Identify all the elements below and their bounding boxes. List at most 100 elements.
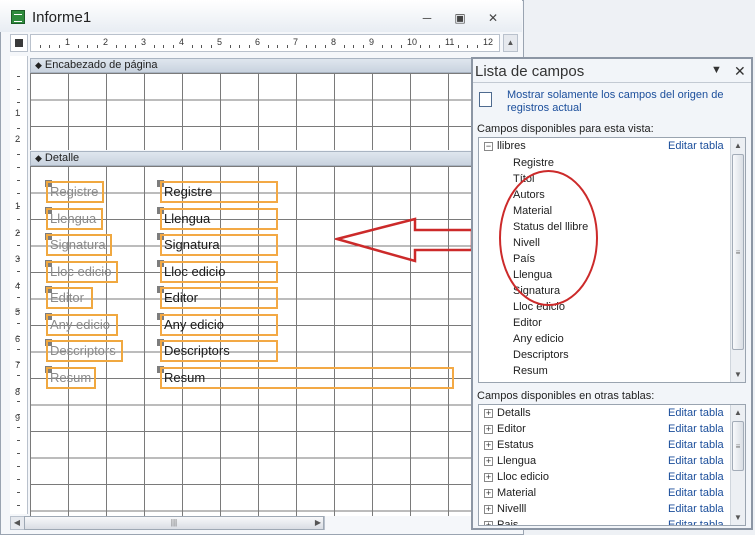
field-textbox[interactable]: Resum	[160, 366, 454, 389]
ruler-tick	[248, 45, 250, 48]
section-bar-page-header[interactable]: ◆ Encabezado de página	[30, 58, 520, 73]
ruler-tick	[87, 45, 88, 48]
ruler-tick	[96, 45, 98, 48]
scroll-right-arrow[interactable]: ▶	[312, 517, 324, 529]
edit-table-link[interactable]: Editar tabla	[668, 471, 724, 483]
report-icon	[11, 10, 25, 24]
window-title: Informe1	[32, 9, 92, 26]
edit-table-link[interactable]: Editar tabla	[668, 423, 724, 435]
field-label[interactable]: Registre	[46, 181, 104, 203]
field-textbox[interactable]: Any edicio	[160, 313, 278, 336]
field-textbox[interactable]: Llengua	[160, 207, 278, 230]
scroll-left-arrow[interactable]: ◀	[11, 517, 23, 529]
ruler-number: 12	[483, 37, 494, 47]
minimize-button[interactable]: ─	[414, 9, 440, 27]
close-button[interactable]: ✕	[480, 9, 506, 27]
fields-scrollbar[interactable]: ▲ ≡ ▼	[730, 138, 745, 382]
field-textbox[interactable]: Editor	[160, 287, 278, 309]
edit-table-link[interactable]: Editar tabla	[668, 407, 724, 419]
field-label[interactable]: Lloc edicio	[46, 260, 118, 283]
field-label[interactable]: Any edicio	[46, 313, 118, 336]
ruler-tick	[305, 45, 307, 48]
field-item[interactable]: Editor	[513, 315, 542, 331]
field-textbox[interactable]: Signatura	[160, 234, 278, 256]
tables-scrollbar[interactable]: ▲ ≡ ▼	[730, 405, 745, 525]
scroll-up-arrow[interactable]: ▲	[731, 138, 745, 153]
ruler-tick	[381, 45, 383, 48]
field-label[interactable]: Signatura	[46, 234, 112, 256]
edit-table-link[interactable]: Editar tabla	[668, 140, 724, 152]
document-list-icon	[479, 92, 492, 107]
select-report-box[interactable]	[10, 34, 28, 52]
ruler-tick	[17, 128, 20, 129]
expand-icon[interactable]: +	[484, 425, 493, 434]
expand-icon[interactable]: +	[484, 457, 493, 466]
show-only-current-link[interactable]: Mostrar solamente los campos del origen …	[507, 89, 737, 115]
table-node[interactable]: Lloc edicio	[497, 469, 549, 485]
field-item[interactable]: Any edicio	[513, 331, 564, 347]
edit-table-link[interactable]: Editar tabla	[668, 455, 724, 467]
field-label[interactable]: Descriptors	[46, 340, 123, 362]
scroll-up-arrow[interactable]: ▲	[731, 405, 745, 420]
ruler-tick	[17, 141, 20, 142]
scroll-down-arrow[interactable]: ▼	[731, 367, 745, 382]
field-label[interactable]: Llengua	[46, 207, 103, 230]
table-node[interactable]: Nivelll	[497, 501, 526, 517]
field-item[interactable]: Resum	[513, 363, 548, 379]
edit-table-link[interactable]: Editar tabla	[668, 503, 724, 515]
field-label[interactable]: Editor	[46, 287, 93, 309]
edit-table-link[interactable]: Editar tabla	[668, 487, 724, 499]
table-node[interactable]: Llengua	[497, 453, 536, 469]
red-arrow-annotation	[335, 217, 474, 263]
section-bar-detail[interactable]: ◆ Detalle	[30, 151, 520, 166]
ruler-tick	[153, 45, 155, 48]
expand-icon[interactable]: +	[484, 441, 493, 450]
scroll-thumb[interactable]: ≡	[732, 421, 744, 471]
table-node[interactable]: Editor	[497, 421, 526, 437]
expand-icon[interactable]: +	[484, 473, 493, 482]
ruler-number: 1	[15, 108, 21, 118]
scroll-up-arrow[interactable]: ▲	[503, 34, 518, 52]
ruler-number: 9	[369, 37, 375, 47]
scroll-down-arrow[interactable]: ▼	[731, 510, 745, 525]
close-icon[interactable]: ✕	[734, 63, 746, 80]
ruler-tick	[58, 45, 60, 48]
table-node[interactable]: Detalls	[497, 405, 531, 421]
ruler-tick	[17, 466, 20, 467]
restore-button[interactable]: ▣	[447, 9, 473, 27]
edit-table-link[interactable]: Editar tabla	[668, 519, 724, 525]
field-textbox[interactable]: Lloc edicio	[160, 260, 278, 283]
ruler-tick	[115, 45, 117, 48]
ruler-tick	[17, 492, 20, 493]
expand-icon[interactable]: +	[484, 489, 493, 498]
ruler-number: 5	[15, 307, 21, 317]
horizontal-scroll-thumb[interactable]: |||	[24, 516, 324, 530]
ruler-tick	[17, 440, 20, 441]
field-item[interactable]: Descriptors	[513, 347, 569, 363]
table-node[interactable]: Estatus	[497, 437, 534, 453]
scroll-thumb[interactable]: ≡	[732, 154, 744, 350]
collapse-icon[interactable]: −	[484, 142, 493, 151]
horizontal-ruler: 1 2 3 4 5 6 7 8 9 10 11 12	[30, 34, 500, 52]
ruler-tick	[17, 505, 20, 506]
ruler-tick	[17, 401, 20, 402]
expand-icon[interactable]: +	[484, 505, 493, 514]
table-node[interactable]: Material	[497, 485, 536, 501]
ruler-tick	[391, 45, 392, 48]
expand-icon[interactable]: +	[484, 409, 493, 418]
ruler-number: 7	[293, 37, 299, 47]
ruler-tick	[17, 154, 20, 155]
dropdown-icon[interactable]: ▼	[711, 64, 722, 76]
expand-icon[interactable]: +	[484, 521, 493, 525]
table-node[interactable]: Pais	[497, 517, 518, 525]
field-textbox[interactable]: Descriptors	[160, 340, 278, 362]
page-header-grid[interactable]	[30, 73, 520, 150]
field-label[interactable]: Resum	[46, 366, 96, 389]
table-node-llibres[interactable]: llibres	[497, 138, 526, 154]
ruler-tick	[457, 45, 459, 48]
ruler-tick	[17, 388, 20, 389]
field-item[interactable]: Registre	[513, 155, 554, 171]
edit-table-link[interactable]: Editar tabla	[668, 439, 724, 451]
field-textbox[interactable]: Registre	[160, 181, 278, 203]
vertical-ruler: 12123456789	[10, 56, 28, 514]
